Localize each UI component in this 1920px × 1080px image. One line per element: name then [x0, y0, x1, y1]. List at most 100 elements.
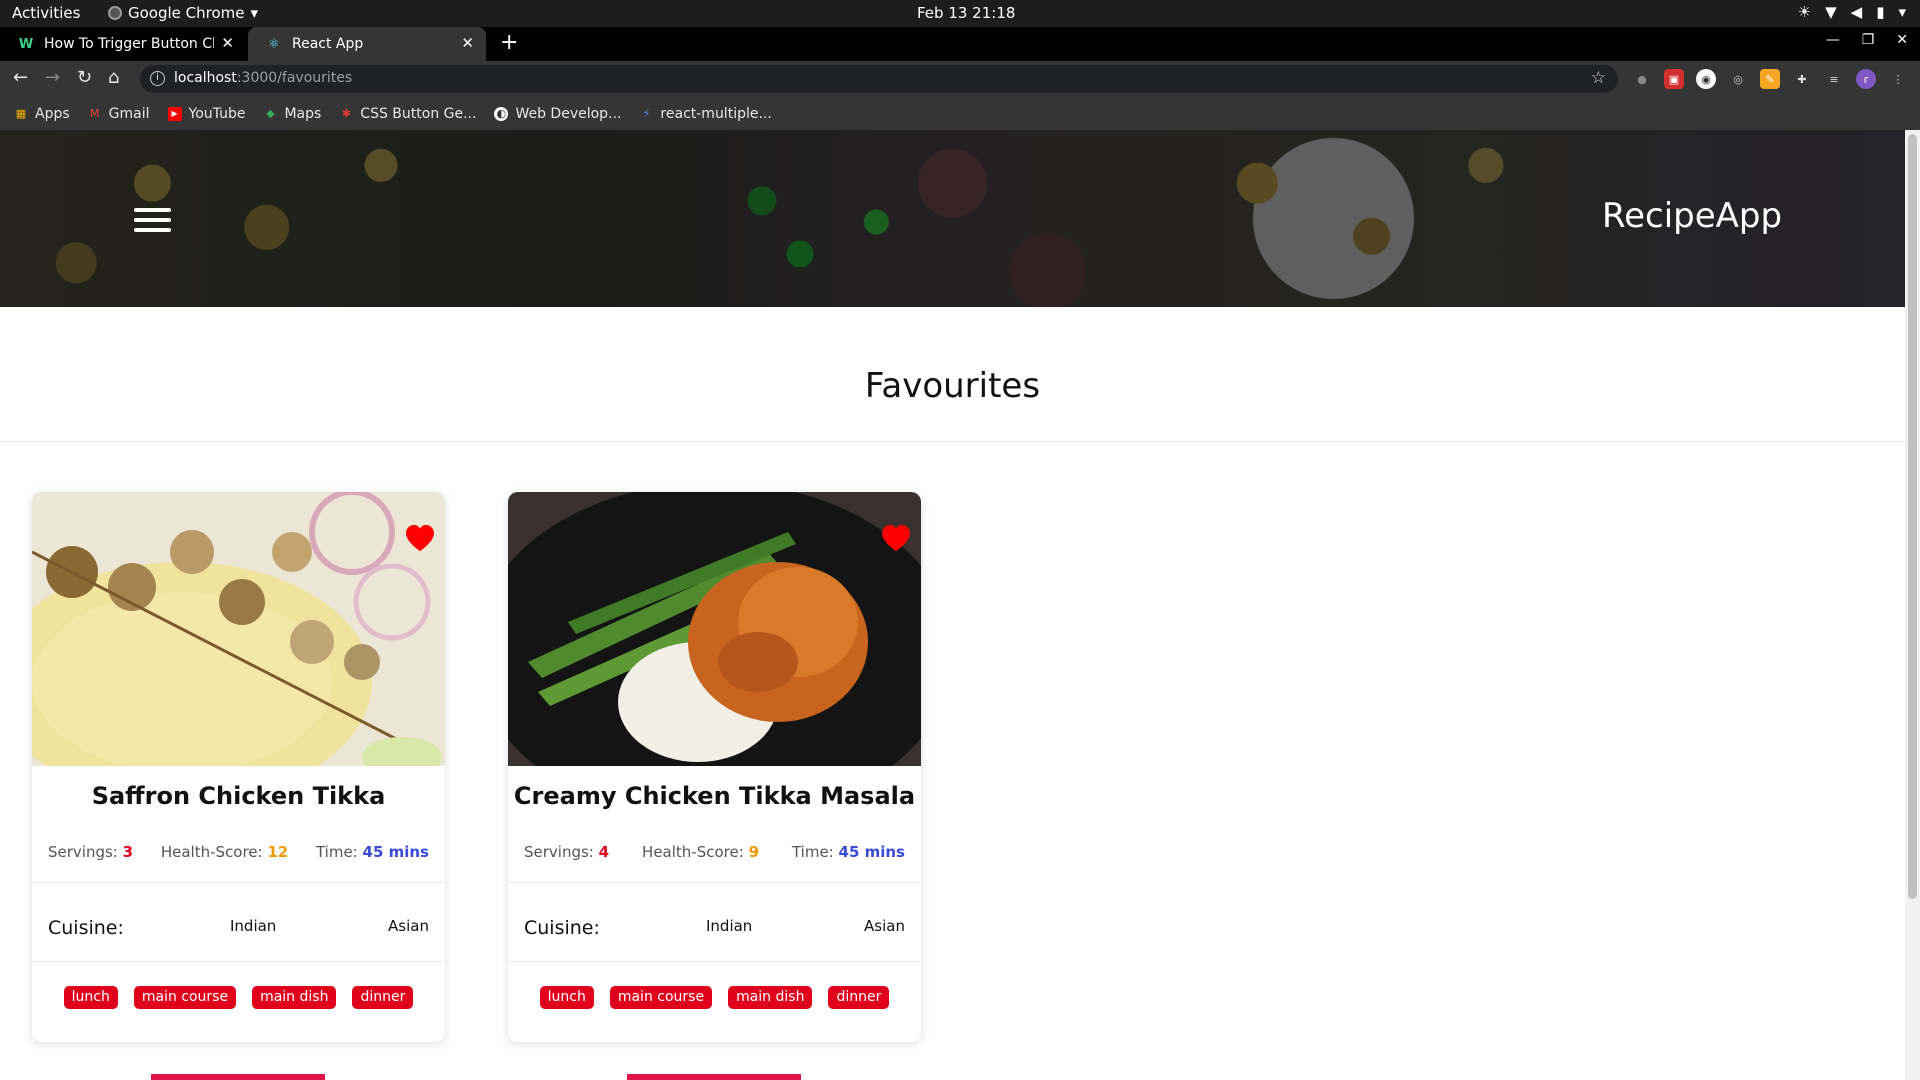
- web-dev-icon: ◐: [494, 106, 509, 121]
- tab-react-app[interactable]: ⚛ React App ✕: [248, 27, 486, 61]
- lightning-icon: ⚡: [642, 107, 651, 120]
- bookmark-label: Apps: [35, 105, 70, 122]
- hero-banner: RecipeApp: [0, 130, 1905, 307]
- chevron-down-icon: ▾: [250, 4, 259, 22]
- health-score-stat: Health-Score: 12: [161, 843, 288, 861]
- brightness-icon: ☀: [1797, 3, 1812, 21]
- card-action-button[interactable]: [627, 1074, 801, 1080]
- home-icon[interactable]: ⌂: [108, 67, 119, 88]
- extension-orange-icon[interactable]: ✎: [1760, 69, 1780, 89]
- recipe-card[interactable]: Saffron Chicken Tikka Servings: 3 Health…: [32, 492, 445, 1042]
- hamburger-menu-icon[interactable]: [134, 208, 171, 232]
- media-queue-icon[interactable]: ≡: [1824, 69, 1844, 89]
- brand-logo[interactable]: RecipeApp: [1602, 196, 1782, 236]
- tag-main-course[interactable]: main course: [133, 986, 237, 1009]
- cuisine-item: Indian: [230, 917, 277, 935]
- tab-how-to-trigger[interactable]: W How To Trigger Button Cl ✕: [0, 27, 246, 61]
- restore-icon[interactable]: ❐: [1862, 32, 1875, 48]
- health-score-value: 12: [267, 843, 289, 861]
- bookmark-label: Maps: [284, 105, 322, 122]
- recipe-stats: Servings: 3 Health-Score: 12 Time: 45 mi…: [48, 843, 429, 861]
- cuisine-item: Asian: [388, 917, 429, 935]
- site-info-icon[interactable]: i: [150, 71, 165, 86]
- bookmarks-bar: ▦ Apps M Gmail ▶ YouTube ◆ Maps ✱ CSS Button …: [0, 97, 1920, 130]
- time-label: Time:: [791, 843, 834, 861]
- tag-dinner[interactable]: dinner: [352, 986, 414, 1009]
- health-score-label: Health-Score:: [160, 843, 263, 861]
- tag-dinner[interactable]: dinner: [828, 986, 890, 1009]
- chrome-menu-icon[interactable]: ⋮: [1888, 69, 1908, 89]
- tag-main-dish[interactable]: main dish: [728, 986, 813, 1009]
- page-scrollbar[interactable]: [1905, 130, 1920, 1080]
- url-path: :3000/favourites: [236, 70, 353, 86]
- recipe-stats: Servings: 4 Health-Score: 9 Time: 45 min…: [524, 843, 905, 861]
- app-menu[interactable]: Google Chrome ▾: [108, 4, 258, 22]
- time-value: 45 mins: [838, 843, 905, 861]
- volume-icon: ◀: [1850, 3, 1863, 21]
- tab-title: How To Trigger Button Cl: [44, 36, 214, 52]
- url-text: localhost:3000/favourites: [174, 70, 352, 86]
- tag-lunch[interactable]: lunch: [63, 986, 118, 1009]
- tag-lunch[interactable]: lunch: [539, 986, 594, 1009]
- tag-main-dish[interactable]: main dish: [252, 986, 337, 1009]
- recipe-title[interactable]: Saffron Chicken Tikka: [32, 782, 445, 810]
- close-tab-icon[interactable]: ✕: [221, 34, 234, 52]
- apps-grid-icon: ▦: [15, 107, 27, 120]
- page-title: Favourites: [864, 366, 1041, 406]
- reload-icon[interactable]: ↻: [77, 67, 92, 88]
- recipe-image: [32, 492, 445, 766]
- tag-main-course[interactable]: main course: [609, 986, 713, 1009]
- forward-icon[interactable]: →: [45, 67, 60, 88]
- dish-tags: lunch main course main dish dinner: [508, 986, 921, 1009]
- new-tab-button[interactable]: +: [500, 30, 518, 55]
- gmail-icon: M: [89, 107, 100, 120]
- extension-red-icon[interactable]: ▣: [1664, 69, 1684, 89]
- clock[interactable]: Feb 13 21:18: [917, 4, 1015, 22]
- maps-icon: ◆: [266, 107, 275, 120]
- recipe-title[interactable]: Creamy Chicken Tikka Masala: [508, 782, 921, 810]
- card-divider: [508, 961, 921, 962]
- extension-bulb-icon[interactable]: ●: [1632, 69, 1652, 89]
- bookmark-react-multiple[interactable]: ⚡ react-multiple...: [639, 105, 772, 122]
- card-divider: [32, 961, 445, 962]
- health-score-label: Health-Score:: [642, 843, 744, 861]
- bookmark-apps[interactable]: ▦ Apps: [14, 106, 70, 122]
- extension-target-icon[interactable]: ◎: [1728, 69, 1748, 89]
- power-menu-icon: ▾: [1898, 3, 1906, 21]
- card-divider: [32, 882, 445, 883]
- system-tray[interactable]: ☀ ▼ ◀ ▮ ▾: [1798, 3, 1906, 21]
- bookmark-css-button[interactable]: ✱ CSS Button Ge...: [339, 106, 477, 122]
- back-icon[interactable]: ←: [13, 67, 28, 88]
- favourite-heart-icon[interactable]: [881, 524, 911, 552]
- time-stat: Time: 45 mins: [316, 843, 429, 861]
- bookmark-label: YouTube: [188, 105, 246, 122]
- bookmark-label: react-multiple...: [660, 105, 772, 122]
- extensions-puzzle-icon[interactable]: ✚: [1792, 69, 1812, 89]
- cuisine-label: Cuisine:: [524, 917, 600, 939]
- close-tab-icon[interactable]: ✕: [461, 34, 474, 52]
- bookmark-web-develop[interactable]: ◐ Web Develop...: [494, 106, 621, 122]
- bookmark-star-icon[interactable]: ☆: [1591, 68, 1606, 88]
- minimize-icon[interactable]: —: [1826, 32, 1840, 48]
- bookmark-maps[interactable]: ◆ Maps: [263, 106, 321, 122]
- activities-button[interactable]: Activities: [12, 4, 80, 22]
- title-divider: [0, 441, 1905, 442]
- extensions-area: ● ▣ ◉ ◎ ✎ ✚ ≡ r ⋮: [1632, 69, 1908, 89]
- wifi-icon: ▼: [1825, 3, 1837, 21]
- profile-avatar[interactable]: r: [1856, 69, 1876, 89]
- bookmark-youtube[interactable]: ▶ YouTube: [167, 105, 246, 122]
- app-name: Google Chrome: [128, 4, 245, 22]
- card-action-button[interactable]: [151, 1074, 325, 1080]
- tab-favicon-icon: W: [18, 36, 34, 52]
- scrollbar-thumb[interactable]: [1908, 134, 1917, 899]
- bookmark-label: Gmail: [108, 105, 150, 122]
- close-window-icon[interactable]: ✕: [1896, 32, 1908, 48]
- servings-stat: Servings: 4: [524, 843, 609, 861]
- favourite-heart-icon[interactable]: [405, 524, 435, 552]
- url-host: localhost: [174, 70, 237, 86]
- bookmark-gmail[interactable]: M Gmail: [88, 106, 150, 122]
- recipe-card[interactable]: Creamy Chicken Tikka Masala Servings: 4 …: [508, 492, 921, 1042]
- extension-circle-icon[interactable]: ◉: [1696, 69, 1716, 89]
- bookmark-label: Web Develop...: [515, 105, 622, 122]
- address-bar[interactable]: i localhost:3000/favourites ☆: [140, 65, 1618, 93]
